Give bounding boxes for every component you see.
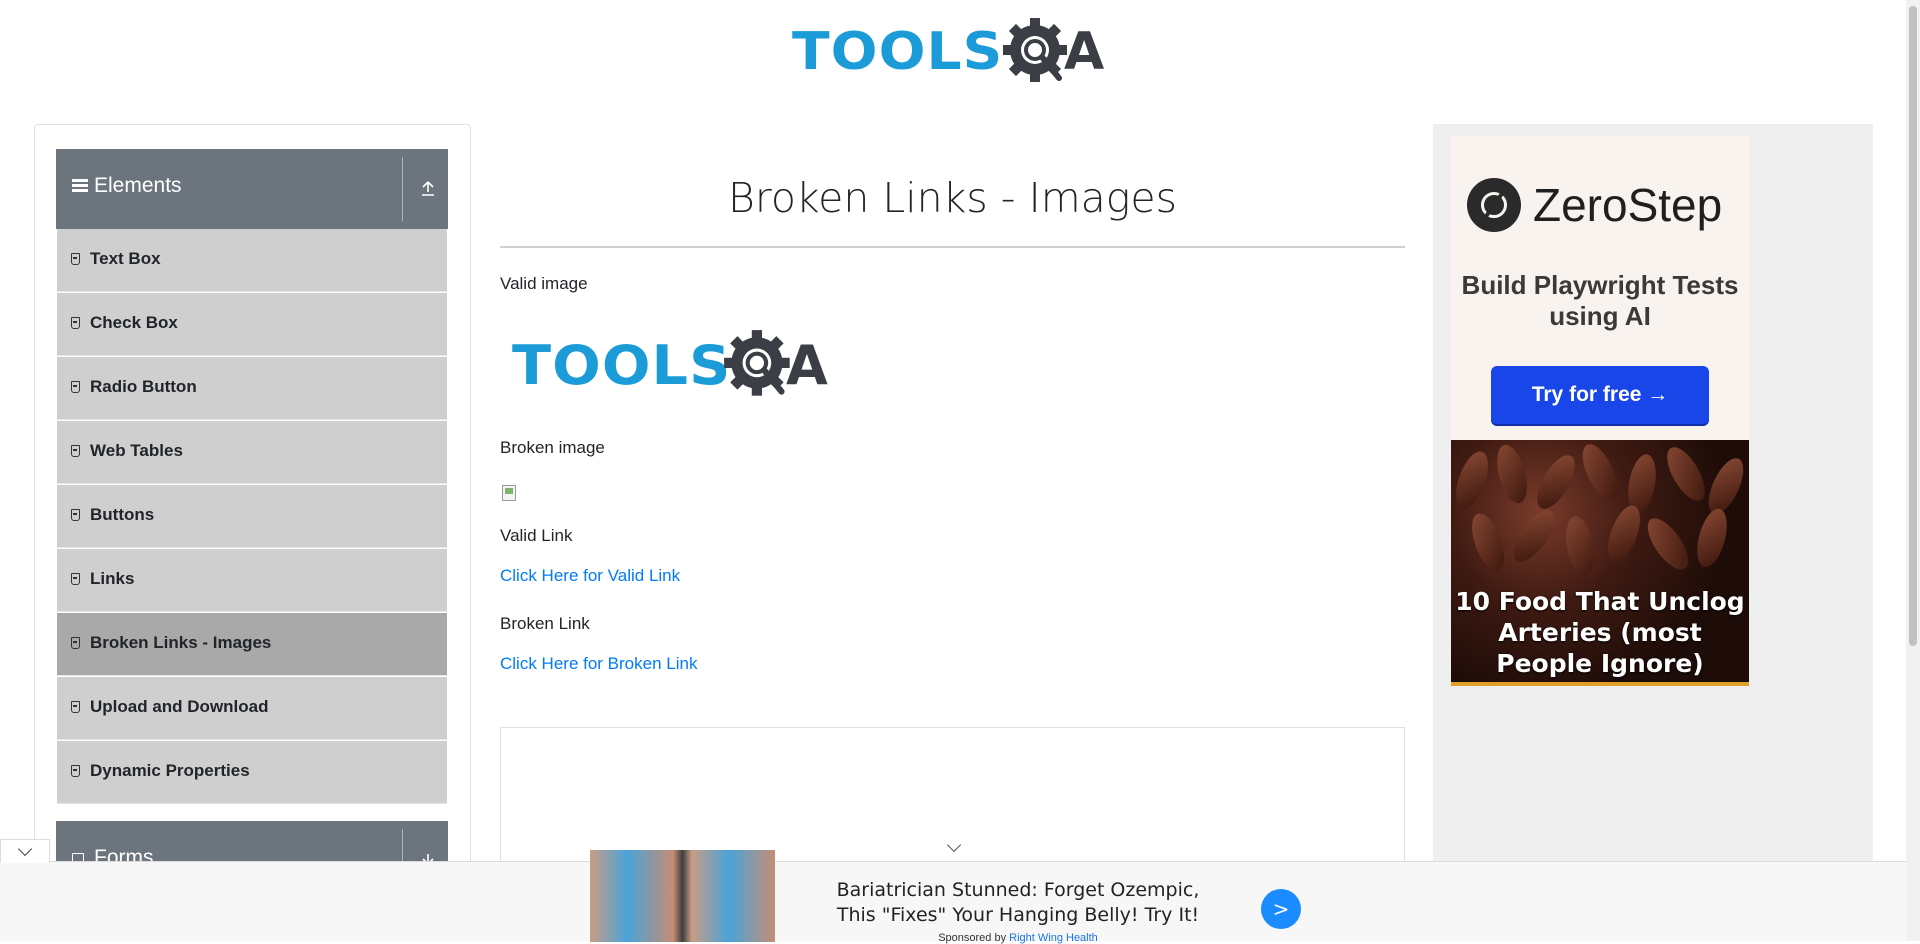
sidebar-item-label: Buttons [90,505,155,524]
sidebar-item-label: Radio Button [90,377,197,396]
sidebar-item-label: Links [90,569,135,588]
bottom-ad-headline[interactable]: Bariatrician Stunned: Forget Ozempic, Th… [818,878,1218,928]
logo-suffix: A [1064,22,1105,82]
sidebar-item-label: Web Tables [90,441,183,460]
sidebar-item-label: Text Box [90,249,161,268]
zerostep-tagline: Build Playwright Tests using AI [1461,270,1739,331]
logo-text: TOOLS [792,22,1004,82]
valid-image: TOOLS A [512,328,852,408]
hamburger-icon [72,179,88,193]
upload-arrow-icon[interactable] [420,179,436,197]
broken-image-label: Broken image [500,438,605,457]
date-image [1659,441,1713,507]
sidebar-item-label: Check Box [90,313,178,332]
sidebar-item-check-box[interactable]: Check Box [57,293,447,356]
ad-go-button[interactable]: > [1261,889,1301,929]
html5-shield-icon [71,317,80,329]
sidebar-item-label: Upload and Download [90,697,269,716]
valid-image-label: Valid image [500,274,588,293]
food-ad[interactable]: 10 Food That Unclog Arteries (most Peopl… [1451,440,1749,686]
logo-suffix: A [786,334,828,397]
date-image [1465,509,1511,575]
toolsqa-logo[interactable]: TOOLS A [792,14,1116,92]
sidebar-group-label: Elements [94,174,182,197]
sidebar-item-label: Dynamic Properties [90,761,250,780]
valid-link-label: Valid Link [500,526,573,545]
broken-link-label: Broken Link [500,614,590,633]
date-image [1691,505,1733,571]
sidebar-item-text-box[interactable]: Text Box [57,229,447,292]
date-image [1701,453,1749,519]
scrollbar[interactable] [1906,0,1920,941]
try-for-free-button[interactable]: Try for free → [1491,366,1709,424]
sponsor-prefix: Sponsored by [938,932,1010,944]
html5-shield-icon [71,381,80,393]
ad-thumbnail-image[interactable] [590,850,775,942]
sidebar-item-label: Broken Links - Images [90,633,272,652]
html5-shield-icon [71,701,80,713]
html5-shield-icon [71,765,80,777]
sidebar: Elements Text Box Check Box Radio Button… [34,124,471,884]
html5-shield-icon [71,637,80,649]
html5-shield-icon [71,573,80,585]
chevron-down-icon[interactable] [0,839,50,863]
scrollbar-thumb[interactable] [1909,6,1917,646]
zerostep-brand: ZeroStep [1533,179,1723,231]
sidebar-item-web-tables[interactable]: Web Tables [57,421,447,484]
broken-image-icon [502,485,516,501]
right-ad: ZeroStep Build Playwright Tests using AI… [1433,124,1873,884]
date-image [1640,511,1696,577]
sidebar-item-upload-and-download[interactable]: Upload and Download [57,677,447,740]
sidebar-item-broken-links-images[interactable]: Broken Links - Images [57,613,447,676]
sidebar-item-radio-button[interactable]: Radio Button [57,357,447,420]
html5-shield-icon [71,509,80,521]
sidebar-item-links[interactable]: Links [57,549,447,612]
sidebar-item-dynamic-properties[interactable]: Dynamic Properties [57,741,447,804]
chevron-down-icon[interactable] [946,837,962,853]
zerostep-logo-icon [1467,178,1521,232]
bottom-ad-sponsor: Sponsored by Right Wing Health [818,932,1218,944]
food-ad-caption: 10 Food That Unclog Arteries (most Peopl… [1455,587,1745,678]
sidebar-group-elements[interactable]: Elements [56,149,448,229]
valid-link[interactable]: Click Here for Valid Link [500,566,680,586]
broken-link[interactable]: Click Here for Broken Link [500,654,697,674]
date-image [1529,449,1583,515]
sidebar-item-buttons[interactable]: Buttons [57,485,447,548]
divider [500,246,1405,248]
date-image [1575,440,1625,505]
html5-shield-icon [71,253,80,265]
zerostep-ad[interactable]: ZeroStep Build Playwright Tests using AI… [1451,136,1749,442]
page-title: Broken Links - Images [728,174,1177,222]
bottom-ad-bar: Bariatrician Stunned: Forget Ozempic, Th… [0,839,1906,944]
date-image [1506,503,1562,569]
html5-shield-icon [71,445,80,457]
date-image [1491,441,1533,507]
logo-text: TOOLS [512,334,732,397]
divider [402,157,403,221]
sponsor-name[interactable]: Right Wing Health [1009,932,1098,944]
date-image [1451,447,1495,513]
header: TOOLS A [0,0,1906,115]
date-image [1561,514,1599,578]
